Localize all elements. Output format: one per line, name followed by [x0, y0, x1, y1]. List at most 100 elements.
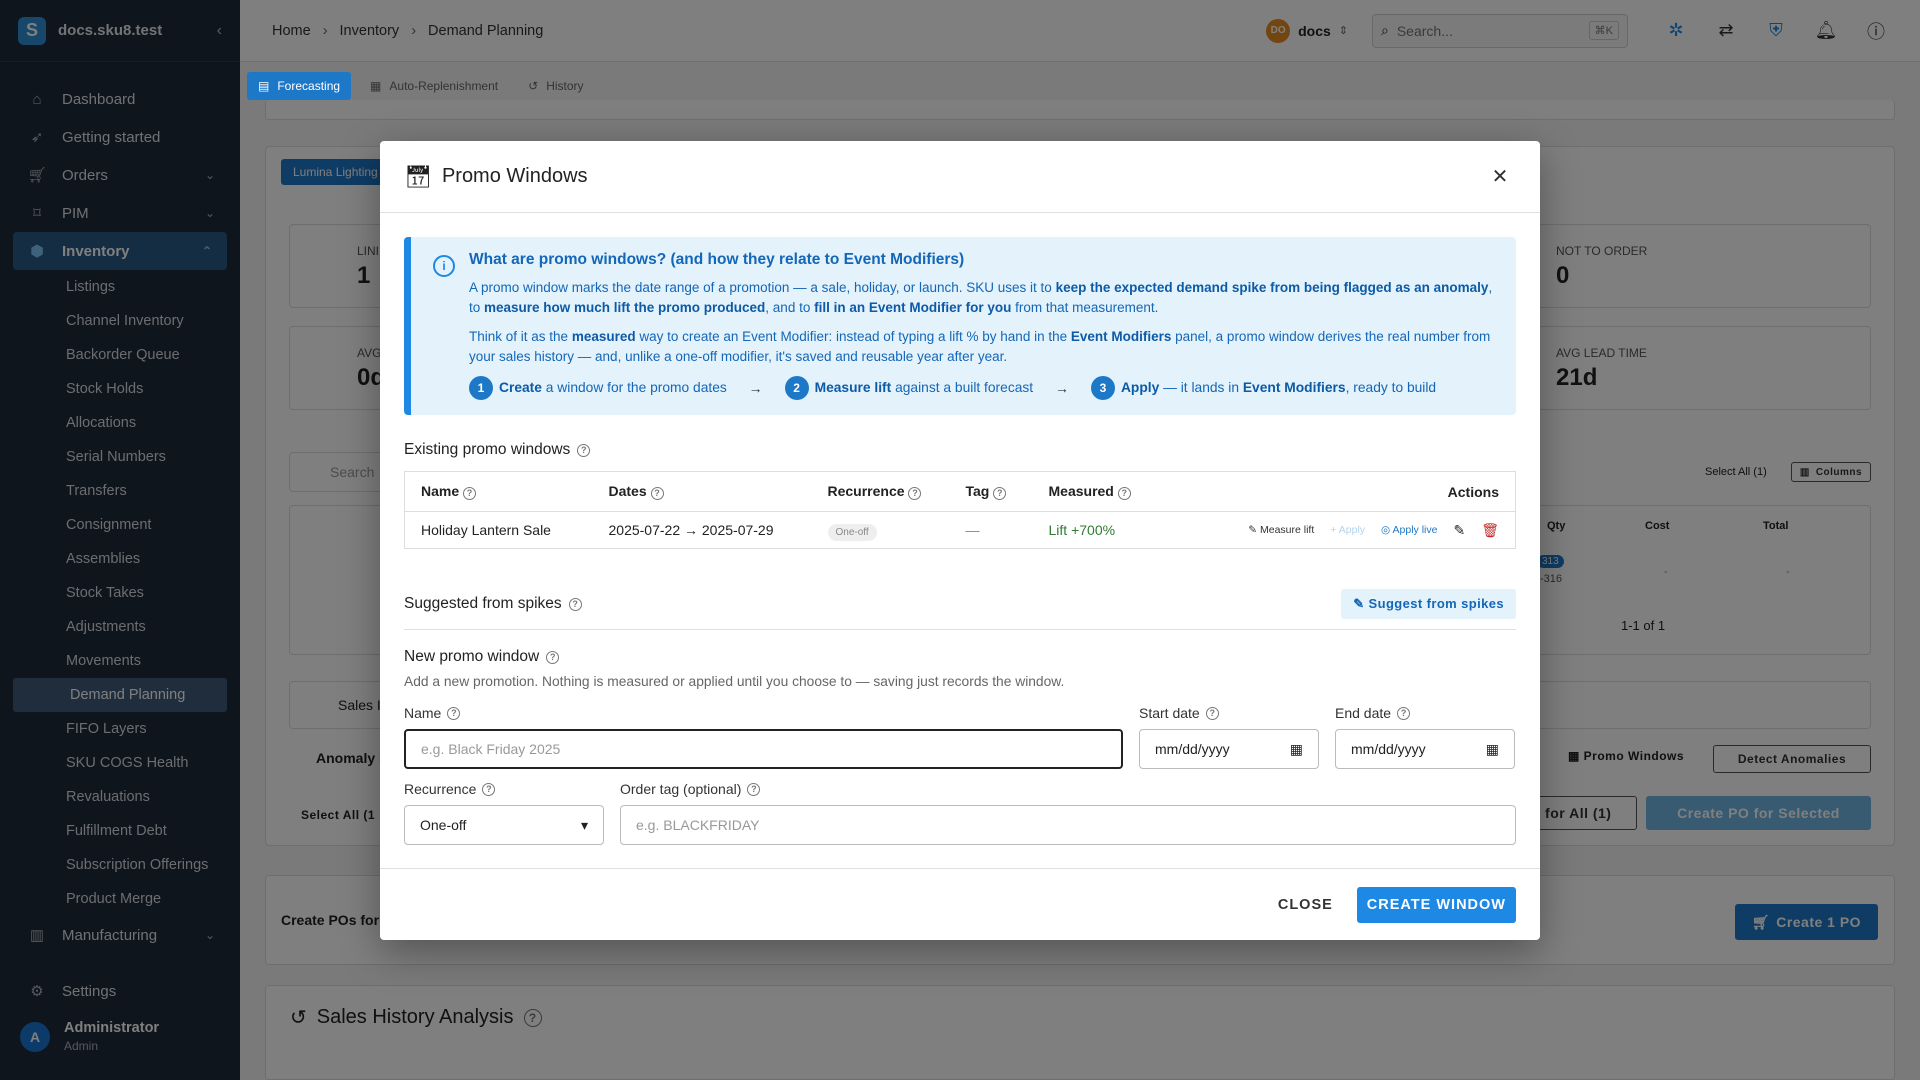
- date-value: mm/dd/yyyy: [1351, 741, 1426, 757]
- step-number: 1: [469, 376, 493, 400]
- info-icon: i: [433, 255, 455, 277]
- apply-label: Apply: [1338, 524, 1366, 536]
- row-tag: —: [965, 522, 980, 538]
- tab-forecasting[interactable]: ▤ Forecasting: [247, 72, 352, 100]
- text-bold: fill in an Event Modifier for you: [814, 300, 1012, 315]
- help-icon[interactable]: ?: [1397, 706, 1411, 720]
- calendar-icon[interactable]: ▦: [1486, 741, 1499, 758]
- text: from that measurement.: [1011, 300, 1159, 315]
- table-row: Holiday Lantern Sale 2025-07-22 → 2025-0…: [405, 512, 1516, 549]
- dialog-footer: CLOSE CREATE WINDOW: [380, 868, 1540, 940]
- order-tag-input[interactable]: e.g. BLACKFRIDAY: [620, 805, 1516, 845]
- help-icon[interactable]: ?: [568, 597, 582, 611]
- help-icon[interactable]: ?: [1117, 486, 1131, 500]
- col-dates[interactable]: Dates ?: [592, 471, 812, 512]
- measure-lift-button[interactable]: ✎ Measure lift: [1248, 524, 1314, 536]
- header-label: Measured: [1048, 483, 1114, 500]
- tab-label: History: [546, 79, 584, 93]
- row-dates: 2025-07-22 → 2025-07-29: [608, 522, 774, 538]
- step-2: 2 Measure lift against a built forecast: [784, 376, 1033, 400]
- row-name: Holiday Lantern Sale: [421, 522, 551, 538]
- suggest-from-spikes-button[interactable]: ✎ Suggest from spikes: [1341, 589, 1516, 619]
- tab-label: Auto-Replenishment: [389, 79, 499, 93]
- header-label: Dates: [608, 483, 647, 500]
- chart-icon: ▤: [258, 79, 270, 93]
- end-date-label: End date?: [1335, 705, 1515, 721]
- create-window-button[interactable]: CREATE WINDOW: [1356, 886, 1516, 923]
- close-icon[interactable]: ✕: [1484, 164, 1516, 189]
- text-bold: Apply: [1120, 380, 1160, 395]
- text-bold: Event Modifiers: [1070, 329, 1172, 344]
- steps-row: 1 Create a window for the promo dates → 2…: [469, 376, 1496, 400]
- form-row-2: Recurrence? One-off ▾ Order tag (optional…: [404, 781, 1516, 845]
- recurrence-field: Recurrence? One-off ▾: [404, 781, 604, 845]
- dialog-header: 📅︎ Promo Windows ✕: [380, 141, 1540, 213]
- recurrence-select[interactable]: One-off ▾: [404, 805, 604, 845]
- name-field: Name? e.g. Black Friday 2025: [404, 705, 1123, 769]
- new-window-hint: Add a new promotion. Nothing is measured…: [404, 674, 1065, 689]
- table-header-row: Name ? Dates ? Recurrence ? Tag ? Measur…: [404, 471, 1516, 512]
- label-text: Recurrence: [404, 781, 477, 797]
- magic-wand-icon: ✎: [1353, 596, 1369, 611]
- header-label: Recurrence: [827, 483, 905, 500]
- help-icon[interactable]: ?: [993, 486, 1007, 500]
- row-actions: ✎ Measure lift + Apply ◎ Apply live ✎ 🗑︎: [1163, 512, 1516, 549]
- pencil-icon: ✎: [1248, 524, 1260, 536]
- start-date-input[interactable]: mm/dd/yyyy ▦: [1139, 729, 1319, 769]
- history-icon: ↺: [528, 79, 539, 93]
- recurrence-label: Recurrence?: [404, 781, 604, 797]
- apply-live-button[interactable]: ◎ Apply live: [1381, 524, 1437, 536]
- name-input[interactable]: e.g. Black Friday 2025: [404, 729, 1123, 769]
- tab-label: Forecasting: [277, 79, 341, 93]
- col-actions: Actions: [1162, 471, 1516, 512]
- close-button[interactable]: CLOSE: [1264, 887, 1347, 923]
- help-icon[interactable]: ?: [482, 782, 496, 796]
- help-icon[interactable]: ?: [747, 782, 761, 796]
- apply-live-label: Apply live: [1392, 524, 1438, 536]
- help-icon[interactable]: ?: [908, 486, 922, 500]
- info-paragraph-2: Think of it as the measured way to creat…: [469, 327, 1496, 367]
- tab-history[interactable]: ↺ History: [517, 72, 594, 100]
- label-text: Order tag (optional): [620, 781, 742, 797]
- recurrence-pill: One-off: [827, 524, 877, 541]
- help-icon[interactable]: ?: [463, 486, 477, 500]
- section-title: New promo window: [404, 648, 540, 665]
- calendar-icon[interactable]: ▦: [1290, 741, 1303, 758]
- help-icon[interactable]: ?: [650, 486, 664, 500]
- help-icon[interactable]: ?: [577, 443, 591, 457]
- info-paragraph-1: A promo window marks the date range of a…: [469, 278, 1496, 318]
- form-row-1: Name? e.g. Black Friday 2025 Start date?…: [404, 705, 1516, 769]
- step-3: 3 Apply — it lands in Event Modifiers, re…: [1090, 376, 1436, 400]
- text-bold: Create: [499, 380, 542, 395]
- col-tag[interactable]: Tag ?: [949, 471, 1033, 512]
- text: way to create an Event Modifier: instead…: [635, 329, 1071, 344]
- row-recurrence: One-off: [812, 512, 950, 549]
- page-tabs: ▤ Forecasting ▦ Auto-Replenishment ↺ Histor…: [247, 72, 595, 100]
- edit-icon[interactable]: ✎: [1453, 522, 1465, 539]
- col-measured[interactable]: Measured ?: [1032, 471, 1163, 512]
- header-label: Tag: [965, 483, 990, 500]
- col-recurrence[interactable]: Recurrence ?: [811, 471, 950, 512]
- apply-button[interactable]: + Apply: [1330, 524, 1365, 536]
- col-name[interactable]: Name ?: [404, 471, 593, 512]
- suggested-section: Suggested from spikes? ✎ Suggest from sp…: [404, 589, 1516, 630]
- promo-windows-dialog: 📅︎ Promo Windows ✕ i What are promo wind…: [380, 141, 1540, 940]
- row-measured: Lift +700%: [1048, 522, 1116, 538]
- step-number: 2: [784, 376, 809, 400]
- help-icon[interactable]: ?: [1205, 706, 1219, 720]
- label-text: End date: [1335, 705, 1392, 721]
- suggested-heading: Suggested from spikes?: [404, 595, 582, 613]
- tab-auto-replenishment[interactable]: ▦ Auto-Replenishment: [359, 72, 509, 100]
- text: A promo window marks the date range of a…: [469, 280, 1056, 295]
- calendar-icon: ▦: [370, 79, 382, 93]
- help-icon[interactable]: ?: [447, 706, 461, 720]
- header-label: Name: [421, 483, 460, 500]
- trash-icon[interactable]: 🗑︎: [1481, 522, 1499, 539]
- name-label: Name?: [404, 705, 1123, 721]
- end-date-input[interactable]: mm/dd/yyyy ▦: [1335, 729, 1515, 769]
- order-tag-label: Order tag (optional)?: [620, 781, 1516, 797]
- step-1: 1 Create a window for the promo dates: [469, 376, 727, 400]
- select-value: One-off: [420, 817, 467, 833]
- label-text: Start date: [1139, 705, 1200, 721]
- help-icon[interactable]: ?: [546, 650, 560, 664]
